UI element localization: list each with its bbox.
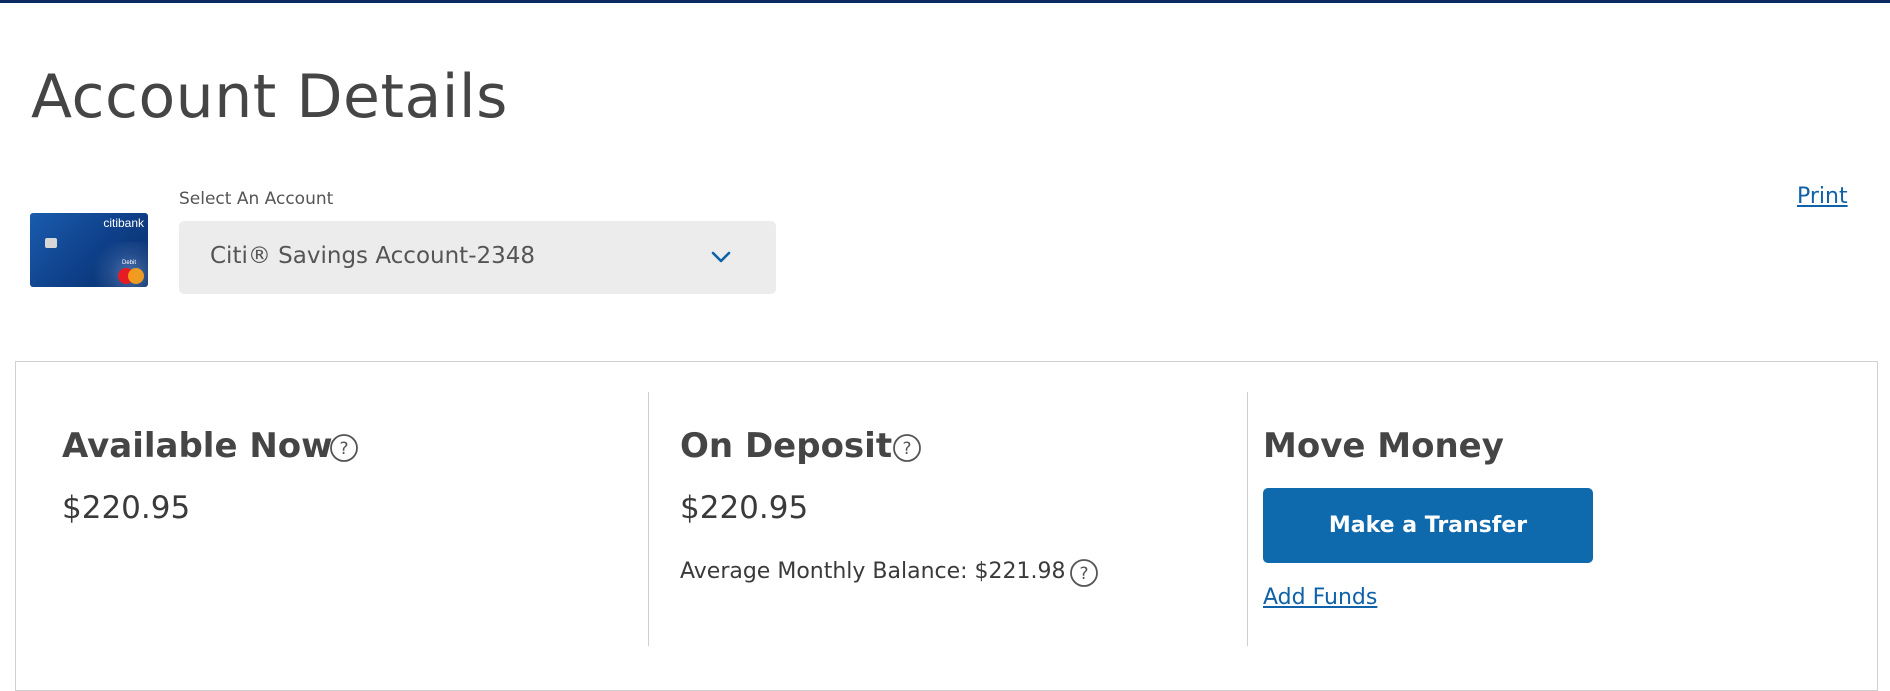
card-chip [45,238,57,248]
available-now-title: Available Now [62,426,333,466]
make-a-transfer-button[interactable]: Make a Transfer [1263,488,1593,563]
mastercard-logo [118,268,144,284]
on-deposit-amount: $220.95 [680,490,809,526]
card-brand: citibank [103,216,144,230]
add-funds-link[interactable]: Add Funds [1263,585,1377,610]
help-icon[interactable]: ? [892,433,922,463]
selected-account: Citi® Savings Account-2348 [210,243,536,269]
print-link[interactable]: Print [1797,184,1848,209]
account-summary-panel [15,361,1878,691]
on-deposit-title: On Deposit [680,426,893,466]
svg-text:?: ? [902,439,911,459]
chevron-down-icon [711,251,731,263]
column-divider [1247,392,1248,646]
average-monthly-balance: Average Monthly Balance: $221.98 [680,559,1066,584]
help-icon[interactable]: ? [329,433,359,463]
card-type-label: Debit [121,260,136,266]
available-now-amount: $220.95 [62,490,191,526]
svg-text:?: ? [1079,564,1088,584]
help-icon[interactable]: ? [1069,558,1099,588]
top-border [0,0,1890,3]
account-select[interactable]: Citi® Savings Account-2348 [179,221,776,294]
svg-text:?: ? [339,439,348,459]
account-card-image: citibank Debit [30,213,148,287]
move-money-title: Move Money [1263,426,1504,466]
page-title: Account Details [31,62,508,132]
column-divider [648,392,649,646]
select-account-label: Select An Account [179,189,334,209]
